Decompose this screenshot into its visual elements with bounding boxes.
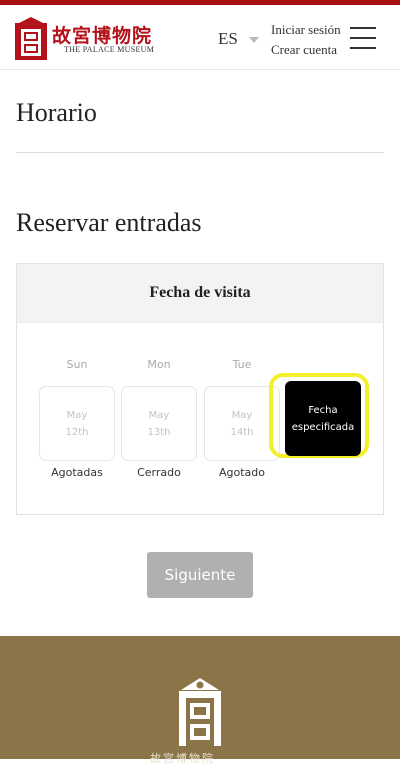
section-divider [16,152,384,153]
site-header: 故宮博物院 THE PALACE MUSEUM ES Iniciar sesió… [0,5,400,70]
next-button[interactable]: Siguiente [147,552,253,598]
palace-museum-logo-icon[interactable] [14,17,48,61]
day-of-week: Sun [66,358,88,371]
visit-date-panel: Fecha de visita Sun May 12th Agotadas Mo… [16,263,384,515]
date-status: Agotado [218,466,265,479]
date-status: Cerrado [137,466,181,479]
date-day: 13th [147,426,171,438]
specified-date-line1: Fecha [308,404,338,416]
date-month: May [148,409,170,421]
visit-date-title: Fecha de visita [17,264,383,323]
menu-bar [350,47,376,49]
date-day: 12th [65,426,89,438]
hamburger-menu-icon[interactable] [350,27,376,49]
schedule-heading[interactable]: Horario [16,98,97,128]
site-footer: 故宮博物院 [0,636,400,765]
palace-museum-footer-logo-icon [179,678,221,746]
date-box[interactable]: May 13th [121,386,197,461]
date-option-sun[interactable]: Sun May 12th Agotadas [39,358,115,479]
specified-date-line2: especificada [291,421,355,433]
login-link[interactable]: Iniciar sesión [271,20,341,40]
date-box[interactable]: May 12th [39,386,115,461]
menu-bar [350,37,376,39]
menu-bar [350,27,376,29]
chevron-down-icon[interactable] [249,37,259,43]
day-of-week: Tue [232,358,252,371]
date-option-mon[interactable]: Mon May 13th Cerrado [121,358,197,479]
signup-link[interactable]: Crear cuenta [271,40,341,60]
brand-name-en[interactable]: THE PALACE MUSEUM [64,45,154,54]
day-of-week: Mon [147,358,171,371]
specified-date-button[interactable]: Fecha especificada [285,381,361,456]
date-day: 14th [230,426,254,438]
account-links: Iniciar sesión Crear cuenta [271,20,341,60]
date-status: Agotadas [51,466,103,479]
brand-name-cn[interactable]: 故宮博物院 [52,21,152,48]
footer-brand-text: 故宮博物院 [150,753,215,765]
language-selector[interactable]: ES [218,29,238,49]
date-month: May [66,409,88,421]
booking-heading: Reservar entradas [16,208,202,237]
date-month: May [231,409,253,421]
